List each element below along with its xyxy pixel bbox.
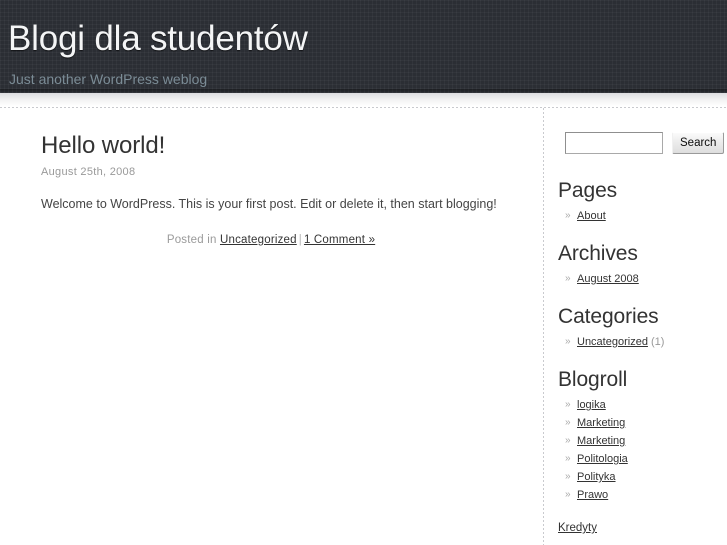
sidebar-link-about[interactable]: About bbox=[577, 210, 606, 222]
page-wrapper: Hello world! August 25th, 2008 Welcome t… bbox=[0, 108, 727, 545]
header-gradient-strip bbox=[0, 93, 727, 106]
chevron-bullet-icon: » bbox=[565, 336, 571, 347]
site-tagline: Just another WordPress weblog bbox=[9, 71, 208, 87]
sidebar-link-logika[interactable]: logika bbox=[577, 399, 606, 411]
sidebar-link-uncategorized[interactable]: Uncategorized bbox=[577, 336, 648, 348]
widget-title-archives: Archives bbox=[558, 242, 638, 265]
chevron-bullet-icon: » bbox=[565, 489, 571, 500]
chevron-bullet-icon: » bbox=[565, 399, 571, 410]
widget-list-categories: » Uncategorized (1) bbox=[558, 335, 727, 349]
sidebar-link-august-2008[interactable]: August 2008 bbox=[577, 273, 639, 285]
vertical-dotted-divider bbox=[543, 108, 544, 545]
list-item[interactable]: » Prawo bbox=[558, 488, 727, 502]
sidebar-link-marketing-2[interactable]: Marketing bbox=[577, 435, 625, 447]
post-title[interactable]: Hello world! bbox=[41, 132, 501, 160]
chevron-bullet-icon: » bbox=[565, 273, 571, 284]
widget-title-pages: Pages bbox=[558, 179, 618, 202]
widget-list-archives: » August 2008 bbox=[558, 272, 727, 286]
list-item[interactable]: » Marketing bbox=[558, 434, 727, 448]
site-title[interactable]: Blogi dla studentów bbox=[8, 18, 308, 60]
post-meta: Posted in Uncategorized | 1 Comment » bbox=[41, 232, 501, 248]
widget-list-pages: » About bbox=[558, 209, 727, 223]
list-item[interactable]: » Polityka bbox=[558, 470, 727, 484]
sidebar-link-prawo[interactable]: Prawo bbox=[577, 489, 608, 501]
chevron-bullet-icon: » bbox=[565, 453, 571, 464]
post-meta-prefix: Posted in bbox=[166, 234, 217, 246]
sidebar-link-polityka[interactable]: Polityka bbox=[577, 471, 616, 483]
sidebar-link-kredyty[interactable]: Kredyty bbox=[558, 521, 597, 536]
widget-categories: Categories » Uncategorized (1) bbox=[558, 304, 727, 353]
post-category-link[interactable]: Uncategorized bbox=[220, 234, 297, 246]
widget-list-blogroll: » logika » Marketing » Marketing » Politolog… bbox=[558, 398, 727, 502]
chevron-bullet-icon: » bbox=[565, 471, 571, 482]
content-column: Hello world! August 25th, 2008 Welcome t… bbox=[0, 108, 543, 545]
widget-pages: Pages » About bbox=[558, 178, 727, 227]
search-input[interactable] bbox=[565, 132, 663, 154]
sidebar: Search Pages » About Archives » August 200… bbox=[558, 108, 727, 545]
chevron-bullet-icon: » bbox=[565, 417, 571, 428]
post-body: Welcome to WordPress. This is your first… bbox=[41, 197, 497, 211]
post-meta-separator: | bbox=[298, 234, 302, 246]
post-article: Hello world! August 25th, 2008 Welcome t… bbox=[41, 132, 501, 248]
widget-archives: Archives » August 2008 bbox=[558, 241, 727, 290]
widget-blogroll: Blogroll » logika » Marketing » Marketing »… bbox=[558, 367, 727, 506]
widget-title-blogroll: Blogroll bbox=[558, 368, 628, 391]
post-date: August 25th, 2008 bbox=[41, 166, 136, 178]
list-item[interactable]: » Uncategorized (1) bbox=[558, 335, 727, 349]
widget-title-categories: Categories bbox=[558, 305, 659, 328]
search-form: Search bbox=[565, 132, 727, 156]
sidebar-count-uncategorized: (1) bbox=[651, 336, 665, 348]
sidebar-link-marketing-1[interactable]: Marketing bbox=[577, 417, 625, 429]
sidebar-link-politologia[interactable]: Politologia bbox=[577, 453, 628, 465]
search-button[interactable]: Search bbox=[672, 132, 725, 154]
chevron-bullet-icon: » bbox=[565, 435, 571, 446]
list-item[interactable]: » August 2008 bbox=[558, 272, 727, 286]
list-item[interactable]: » About bbox=[558, 209, 727, 223]
site-header: Blogi dla studentów Just another WordPre… bbox=[0, 0, 727, 93]
chevron-bullet-icon: » bbox=[565, 210, 571, 221]
list-item[interactable]: » Marketing bbox=[558, 416, 727, 430]
list-item[interactable]: » logika bbox=[558, 398, 727, 412]
list-item[interactable]: » Politologia bbox=[558, 452, 727, 466]
post-comments-link[interactable]: 1 Comment » bbox=[304, 234, 375, 246]
